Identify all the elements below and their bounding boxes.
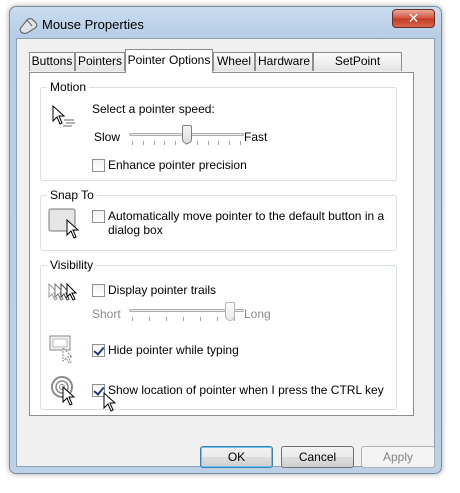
long-label: Long [244, 307, 271, 321]
apply-button[interactable]: Apply [361, 446, 435, 468]
slider-tick [166, 317, 167, 321]
pointer-options-panel: Motion Select a pointer speed: Slow Fast… [29, 72, 414, 416]
slider-tick [164, 141, 165, 145]
show-location-icon [51, 376, 76, 406]
slider-tick [132, 141, 133, 145]
enhance-precision-checkbox[interactable] [92, 159, 105, 172]
tab-buttons[interactable]: Buttons [29, 52, 75, 71]
slider-tick [175, 141, 176, 145]
mouse-cursor-icon [103, 392, 117, 412]
tab-setpoint-settings[interactable]: SetPoint Settings [313, 52, 402, 85]
motion-group-title: Motion [47, 80, 90, 94]
pointer-trails-icon [48, 282, 78, 301]
window-title: Mouse Properties [42, 17, 144, 32]
slider-tick [217, 317, 218, 321]
title-bar[interactable]: Mouse Properties ✕ [10, 7, 441, 41]
hide-while-typing-label[interactable]: Hide pointer while typing [108, 343, 239, 357]
visibility-group: Visibility Display pointer trails Short … [40, 258, 397, 412]
close-button[interactable]: ✕ [392, 9, 435, 28]
show-location-label[interactable]: Show location of pointer when I press th… [108, 383, 384, 397]
slider-tick [240, 141, 241, 145]
slider-tick [149, 317, 150, 321]
pointer-trails-checkbox[interactable] [92, 284, 105, 297]
close-icon: ✕ [407, 10, 420, 26]
hide-while-typing-icon [49, 335, 74, 364]
snap-to-label-line1[interactable]: Automatically move pointer to the defaul… [108, 209, 384, 223]
pointer-trails-label[interactable]: Display pointer trails [108, 283, 216, 297]
slider-tick [143, 141, 144, 145]
tab-wheel[interactable]: Wheel [213, 52, 255, 71]
dialog-client: Buttons Pointers Pointer Options Wheel H… [16, 38, 435, 468]
pointer-speed-icon [52, 104, 75, 127]
slider-tick [208, 141, 209, 145]
slow-label: Slow [94, 130, 121, 144]
slider-tick [200, 317, 201, 321]
snap-to-checkbox[interactable] [92, 210, 105, 223]
slider-tick [132, 317, 133, 321]
snap-to-group: Snap To Automatically move pointer to th… [40, 188, 397, 251]
tab-pointer-options[interactable]: Pointer Options [125, 49, 213, 73]
slider-tick [154, 141, 155, 145]
slider-tick [183, 317, 184, 321]
mouse-icon [19, 18, 38, 34]
short-label: Short [92, 307, 121, 321]
pointer-speed-label: Select a pointer speed: [92, 102, 215, 116]
trail-length-slider[interactable] [225, 302, 235, 321]
ok-button[interactable]: OK [200, 446, 273, 468]
mouse-properties-window: Mouse Properties ✕ Buttons Pointers Poin… [9, 6, 442, 474]
motion-group: Motion Select a pointer speed: Slow Fast… [40, 80, 397, 181]
snap-to-label-line2[interactable]: dialog box [108, 223, 163, 237]
slider-tick [197, 141, 198, 145]
pointer-speed-slider[interactable] [182, 125, 192, 144]
tab-hardware[interactable]: Hardware [255, 52, 313, 71]
snap-to-button-icon [48, 208, 80, 239]
cancel-button[interactable]: Cancel [281, 446, 354, 468]
hide-while-typing-checkbox[interactable] [92, 344, 105, 357]
slider-tick [229, 141, 230, 145]
tab-pointers[interactable]: Pointers [75, 52, 125, 71]
slider-tick [218, 141, 219, 145]
visibility-group-title: Visibility [47, 258, 97, 272]
trail-length-ticks [132, 317, 235, 322]
fast-label: Fast [244, 130, 268, 144]
enhance-precision-label[interactable]: Enhance pointer precision [108, 158, 247, 172]
snap-to-group-title: Snap To [47, 188, 97, 202]
